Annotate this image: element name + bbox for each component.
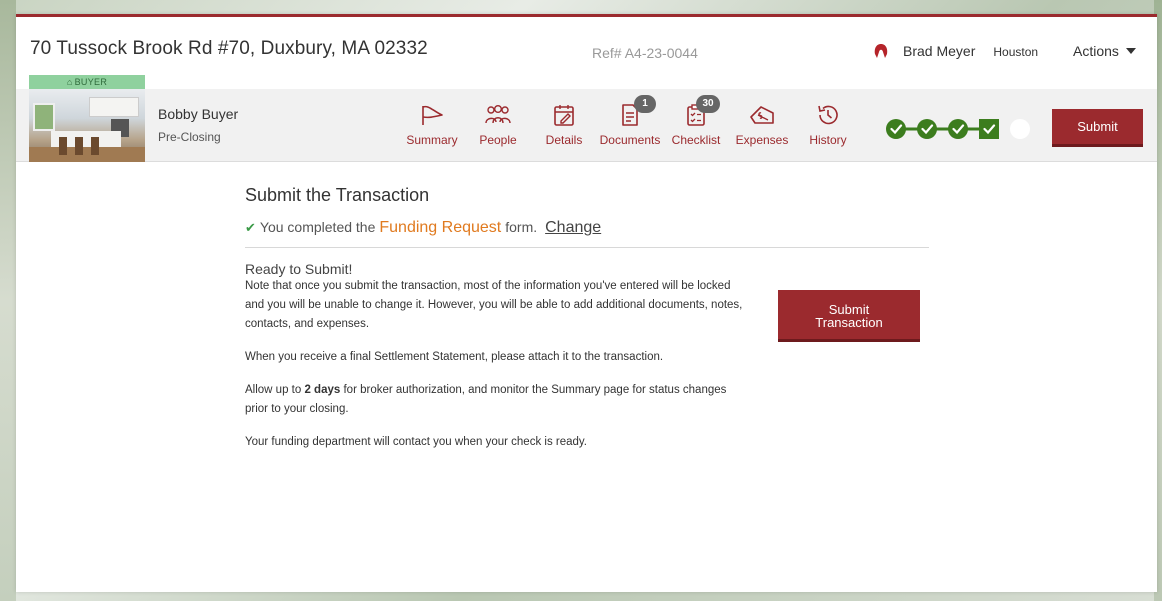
header: 70 Tussock Brook Rd #70, Duxbury, MA 023… (16, 17, 1157, 89)
home-icon: ⌂ (66, 77, 73, 87)
nav-expenses[interactable]: Expenses (729, 89, 795, 162)
progress-step-3 (948, 119, 968, 139)
nav-summary[interactable]: Summary (399, 89, 465, 162)
user-menu[interactable]: Brad Meyer Houston (873, 43, 1038, 59)
checklist-count-badge: 30 (696, 95, 720, 113)
instruction-settlement: When you receive a final Settlement Stat… (245, 351, 664, 363)
nav-checklist-label: Checklist (671, 133, 721, 147)
actions-label: Actions (1073, 43, 1119, 59)
change-link[interactable]: Change (545, 219, 601, 237)
progress-step-1 (886, 119, 906, 139)
nav-documents-label: Documents (599, 133, 661, 147)
completed-status: ✔ You completed the Funding Request form… (245, 219, 929, 237)
completed-prefix: You completed the (259, 219, 376, 235)
divider (245, 247, 929, 248)
flag-icon (422, 105, 443, 125)
documents-count-badge: 1 (634, 95, 656, 113)
submit-transaction-line2: Transaction (815, 314, 883, 330)
instruction-locked: Note that once you submit the transactio… (245, 280, 743, 330)
background-left (0, 0, 16, 601)
page-title: Submit the Transaction (245, 185, 430, 205)
nav-documents[interactable]: 1 Documents (597, 89, 663, 162)
calendar-edit-icon (554, 105, 574, 126)
nav-details-label: Details (545, 133, 583, 147)
instructions: Note that once you submit the transactio… (245, 277, 745, 452)
user-location: Houston (993, 45, 1039, 59)
nav-people[interactable]: People (465, 89, 531, 162)
actions-dropdown[interactable]: Actions (1073, 43, 1136, 59)
nav-history-label: History (809, 133, 847, 147)
nav-details[interactable]: Details (531, 89, 597, 162)
history-icon (818, 105, 838, 125)
brand-logo-icon (874, 44, 888, 58)
submit-content: Submit the Transaction ✔ You completed t… (245, 185, 929, 452)
auth-prefix: Allow up to (245, 384, 302, 396)
submit-transaction-button[interactable]: Submit Transaction (778, 290, 920, 342)
reference-number: Ref# A4-23-0044 (592, 45, 698, 61)
instruction-funding: Your funding department will contact you… (245, 436, 587, 448)
people-icon (485, 105, 511, 124)
nav-checklist[interactable]: 30 Checklist (663, 89, 729, 162)
transaction-panel: 70 Tussock Brook Rd #70, Duxbury, MA 023… (16, 14, 1157, 592)
transaction-subbar: ⌂BUYER Bobby Buyer Pre-Closing Summary (16, 75, 1157, 162)
property-address: 70 Tussock Brook Rd #70, Duxbury, MA 023… (30, 38, 428, 59)
instruction-authorization: Allow up to 2 days for broker authorizat… (245, 381, 745, 419)
role-tag-label: BUYER (74, 77, 108, 87)
progress-step-5 (1010, 119, 1030, 139)
progress-tracker (886, 119, 1030, 139)
money-tag-icon (750, 106, 774, 124)
chevron-down-icon (1125, 48, 1136, 54)
ready-title: Ready to Submit! (245, 261, 353, 277)
form-name-link[interactable]: Funding Request (379, 219, 501, 237)
check-icon: ✔ (245, 220, 256, 235)
client-name: Bobby Buyer (158, 106, 239, 122)
nav-summary-label: Summary (406, 133, 458, 147)
transaction-stage: Pre-Closing (158, 130, 221, 144)
property-photo (29, 89, 145, 162)
nav-people-label: People (479, 133, 517, 147)
completed-suffix: form. (505, 219, 538, 235)
submit-button[interactable]: Submit (1052, 109, 1143, 147)
progress-step-4 (979, 119, 999, 139)
auth-days: 2 days (304, 384, 341, 396)
nav-expenses-label: Expenses (735, 133, 789, 147)
submit-transaction-line1: Submit (828, 301, 870, 317)
nav-history[interactable]: History (795, 89, 861, 162)
user-name: Brad Meyer (903, 43, 976, 59)
transaction-nav: Summary People Details 1 Documents 30 Ch… (399, 89, 861, 162)
role-tag: ⌂ BUYER (29, 75, 145, 89)
progress-step-2 (917, 119, 937, 139)
